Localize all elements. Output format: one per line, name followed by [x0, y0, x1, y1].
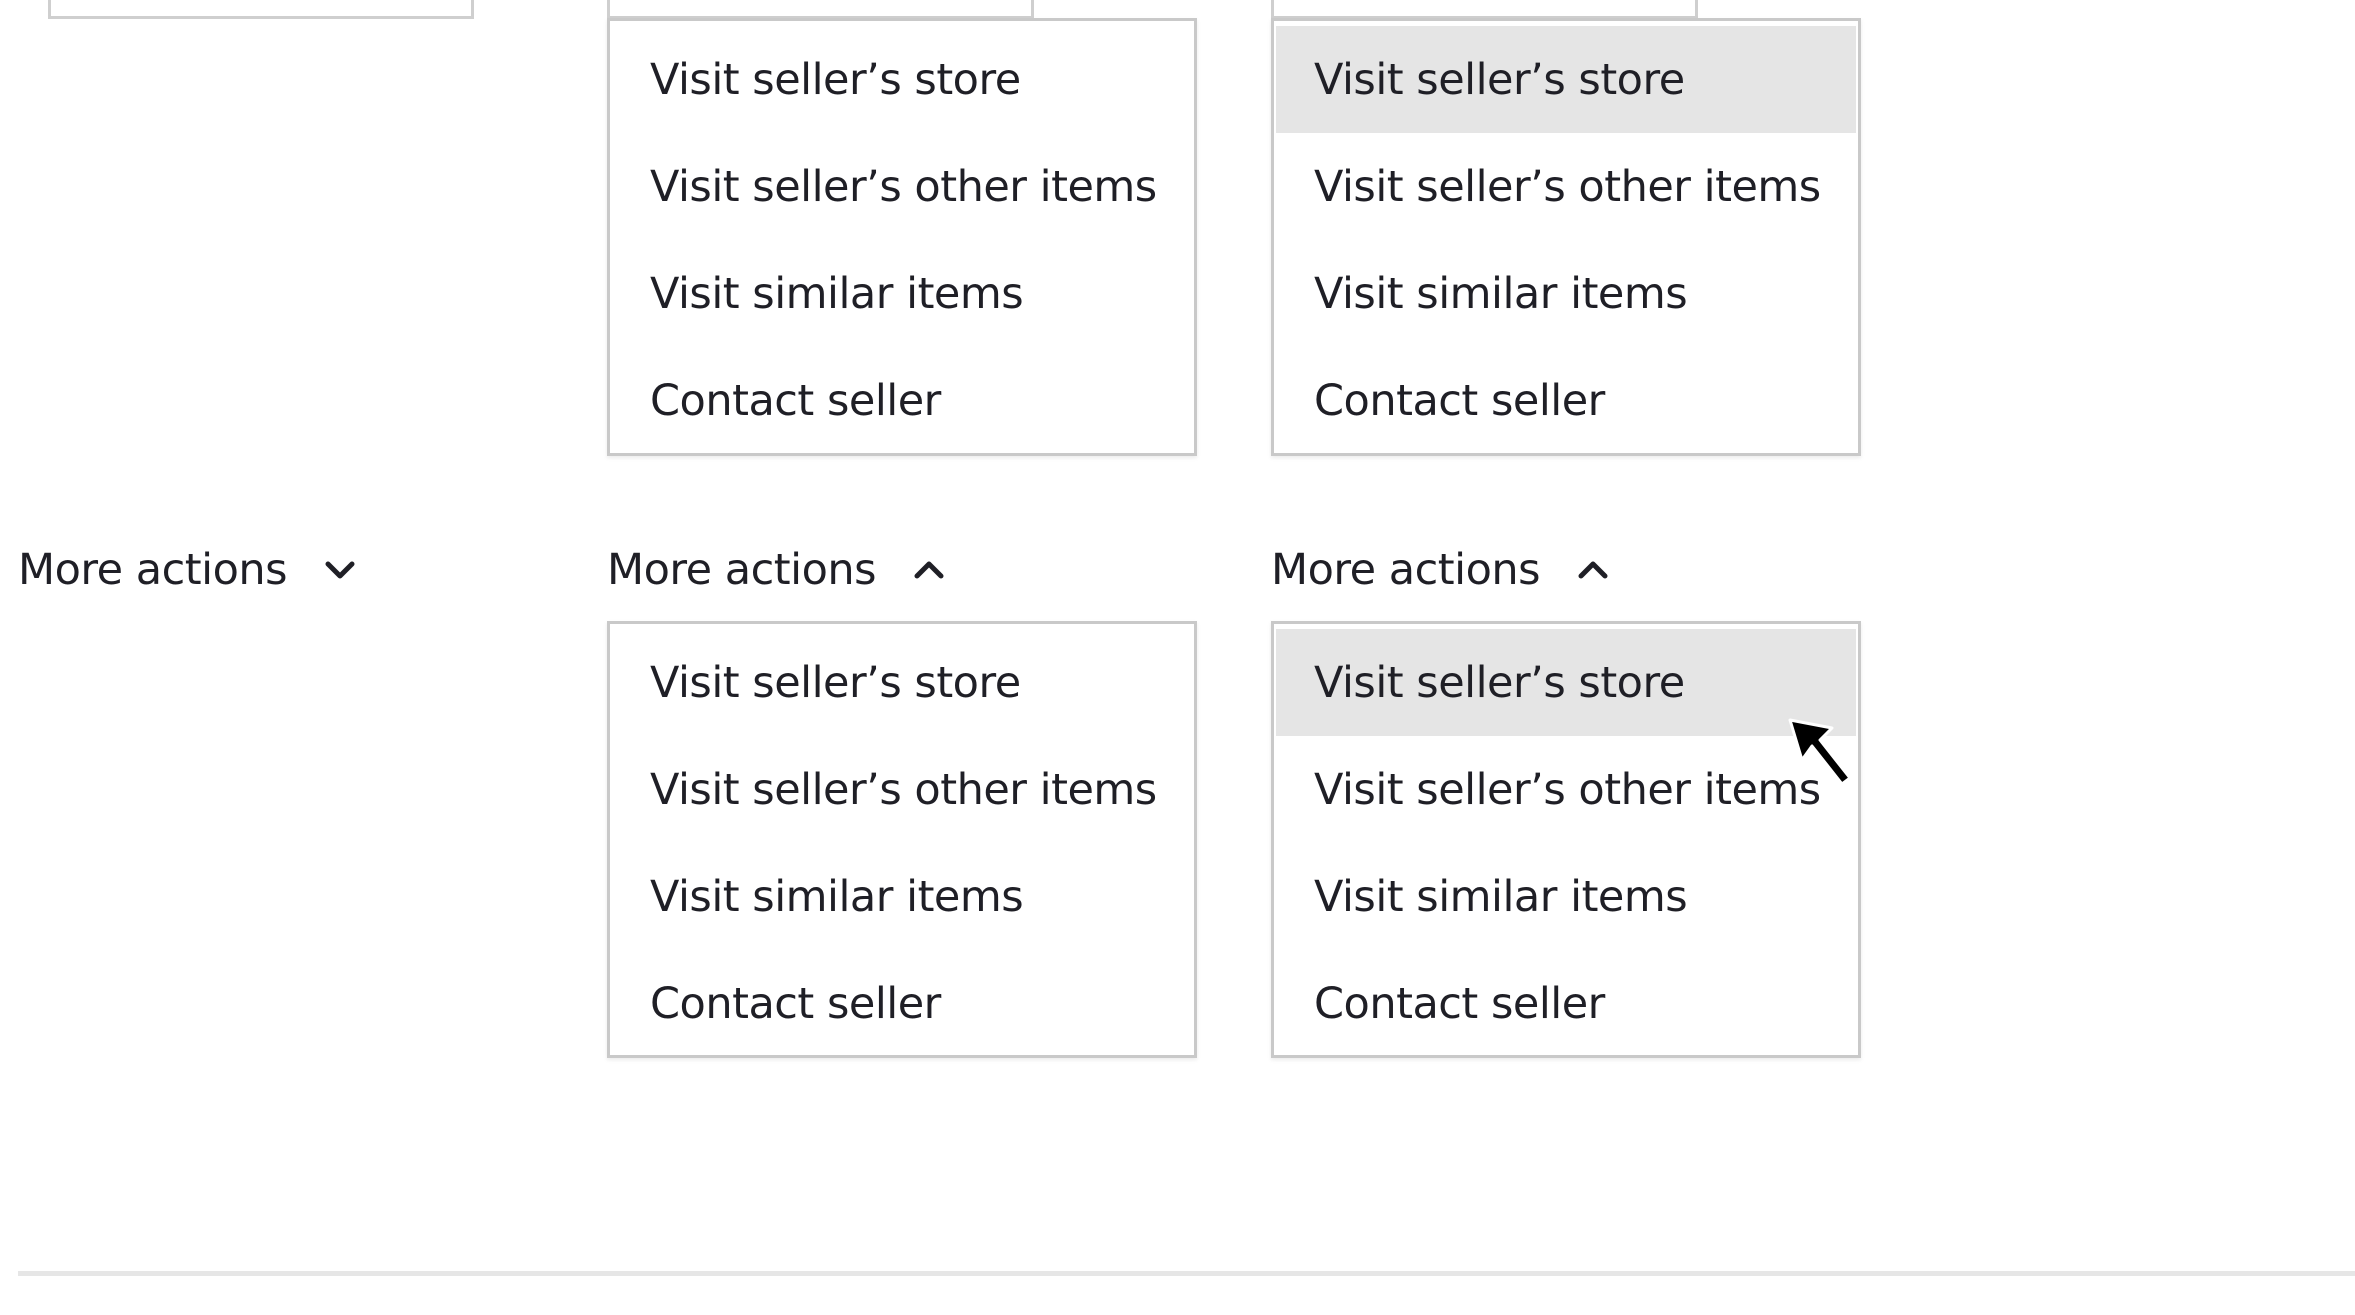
more-actions-label: More actions	[1271, 545, 1541, 595]
dropdown-menu-top-highlighted: Visit seller’s store Visit seller’s othe…	[1271, 18, 1861, 456]
chevron-down-icon	[325, 561, 355, 579]
menu-item-visit-store[interactable]: Visit seller’s store	[1276, 26, 1856, 133]
more-actions-button-open[interactable]: More actions	[607, 540, 946, 600]
truncated-trigger-box-3	[1271, 0, 1698, 19]
menu-item-other-items[interactable]: Visit seller’s other items	[610, 736, 1194, 843]
more-actions-label: More actions	[18, 545, 288, 595]
more-actions-button-open-hover[interactable]: More actions	[1271, 540, 1610, 600]
menu-item-other-items[interactable]: Visit seller’s other items	[1274, 133, 1858, 240]
menu-item-contact-seller[interactable]: Contact seller	[1274, 950, 1858, 1057]
more-actions-button-closed[interactable]: More actions	[18, 540, 357, 600]
menu-item-similar-items[interactable]: Visit similar items	[610, 843, 1194, 950]
dropdown-menu-bottom-hovered: Visit seller’s store Visit seller’s othe…	[1271, 621, 1861, 1058]
menu-item-contact-seller[interactable]: Contact seller	[610, 347, 1194, 454]
truncated-trigger-box-1	[48, 0, 474, 19]
dropdown-menu-top-default: Visit seller’s store Visit seller’s othe…	[607, 18, 1197, 456]
menu-item-similar-items[interactable]: Visit similar items	[1274, 240, 1858, 347]
section-divider	[18, 1271, 2355, 1276]
menu-item-visit-store[interactable]: Visit seller’s store	[1276, 629, 1856, 736]
dropdown-menu-bottom-default: Visit seller’s store Visit seller’s othe…	[607, 621, 1197, 1058]
menu-item-similar-items[interactable]: Visit similar items	[1274, 843, 1858, 950]
menu-item-similar-items[interactable]: Visit similar items	[610, 240, 1194, 347]
menu-item-other-items[interactable]: Visit seller’s other items	[1274, 736, 1858, 843]
mouse-pointer-icon	[1788, 718, 1852, 786]
menu-item-visit-store[interactable]: Visit seller’s store	[610, 26, 1194, 133]
menu-item-contact-seller[interactable]: Contact seller	[1274, 347, 1858, 454]
more-actions-label: More actions	[607, 545, 877, 595]
menu-item-other-items[interactable]: Visit seller’s other items	[610, 133, 1194, 240]
menu-item-contact-seller[interactable]: Contact seller	[610, 950, 1194, 1057]
chevron-up-icon	[914, 561, 944, 579]
truncated-trigger-box-2	[607, 0, 1034, 19]
chevron-up-icon	[1578, 561, 1608, 579]
menu-item-visit-store[interactable]: Visit seller’s store	[610, 629, 1194, 736]
